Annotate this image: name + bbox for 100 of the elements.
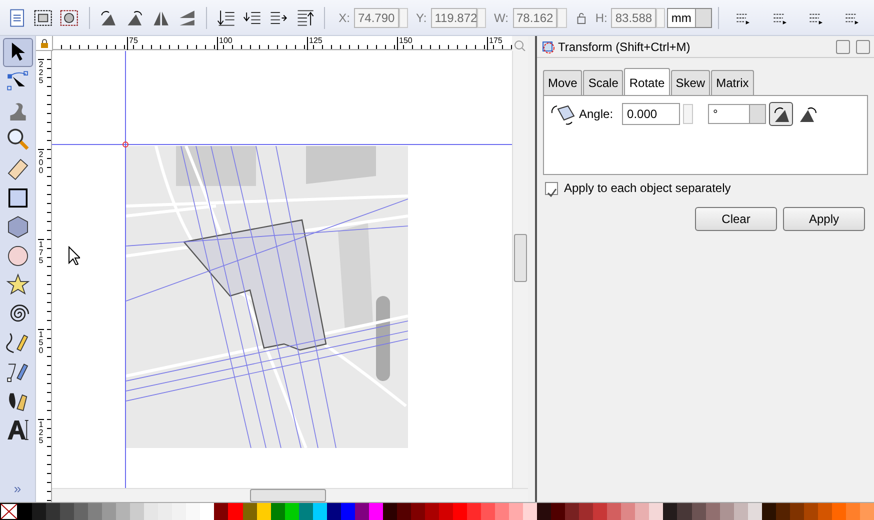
color-swatch[interactable] [102,503,116,520]
horizontal-scrollbar[interactable] [52,488,528,502]
color-swatch[interactable] [621,503,636,520]
color-swatch[interactable] [635,503,650,520]
color-swatch[interactable] [354,503,369,520]
color-swatch[interactable] [172,503,186,520]
color-swatch[interactable] [396,503,411,520]
color-swatch[interactable] [607,503,622,520]
spin-button[interactable] [476,8,486,28]
color-swatch[interactable] [495,503,510,520]
color-swatch[interactable] [860,503,874,520]
mouse-pointer-icon [68,246,80,265]
color-swatch[interactable] [509,503,524,520]
field-label: W: [494,10,508,26]
zoom-icon[interactable] [514,40,526,52]
color-swatch[interactable] [720,503,734,520]
panel-title: Transform (Shift+Ctrl+M) [558,38,692,56]
tab[interactable]: Skew [670,70,710,95]
color-swatch[interactable] [832,503,846,520]
color-swatch[interactable] [748,503,762,520]
color-swatch[interactable] [46,503,60,520]
color-swatch[interactable] [382,503,397,520]
dialog-button[interactable]: Clear [695,207,777,231]
ruler-label: 175 [38,239,44,265]
color-swatch[interactable] [60,503,74,520]
spin-button[interactable] [683,104,694,124]
lock-icon[interactable] [574,10,588,24]
tab[interactable]: Matrix [711,70,754,95]
rotation-direction-button[interactable] [769,102,794,126]
color-swatch[interactable] [481,503,496,520]
tab[interactable]: Scale [583,70,624,95]
color-swatch[interactable] [186,503,200,520]
color-swatch[interactable] [579,503,594,520]
scroll-thumb[interactable] [250,489,326,502]
color-swatch[interactable] [467,503,482,520]
color-swatch[interactable] [410,503,425,520]
color-swatch[interactable] [368,503,383,520]
color-swatch[interactable] [649,503,664,520]
spin-button[interactable] [398,8,408,28]
color-swatch[interactable] [706,503,720,520]
color-swatch[interactable] [762,503,776,520]
checkbox-label[interactable]: Apply to each object separately [564,179,731,197]
color-swatch[interactable] [270,503,285,520]
color-swatch[interactable] [74,503,88,520]
color-swatch[interactable] [804,503,818,520]
collapse-button[interactable] [836,40,850,54]
color-swatch[interactable] [692,503,706,520]
more-tools-button[interactable]: » [14,478,22,498]
scroll-thumb[interactable] [514,234,527,282]
unit-dropdown[interactable]: mm [667,8,712,28]
color-swatch[interactable] [214,503,228,520]
tab[interactable]: Move [543,70,582,95]
angle-unit-dropdown[interactable]: ° [708,104,766,124]
color-swatch[interactable] [818,503,832,520]
spin-button[interactable] [656,8,666,28]
angle-field[interactable]: 0.000 [622,103,680,125]
ruler-label: 175 [487,37,502,50]
ruler-label: 225 [38,59,44,85]
color-swatch[interactable] [18,503,32,520]
no-paint-swatch[interactable] [0,503,18,520]
color-swatch[interactable] [593,503,608,520]
lock-icon[interactable] [40,38,48,48]
color-swatch[interactable] [88,503,102,520]
color-swatch[interactable] [284,503,299,520]
ruler-label: 125 [307,37,322,50]
color-swatch[interactable] [242,503,257,520]
color-swatch[interactable] [228,503,242,520]
color-swatch[interactable] [537,503,552,520]
color-swatch[interactable] [116,503,130,520]
tool-button[interactable] [2,38,32,67]
spin-button[interactable] [557,8,567,28]
color-swatch[interactable] [256,503,271,520]
checkmark-icon [546,186,557,198]
color-swatch[interactable] [326,503,341,520]
color-swatch[interactable] [790,503,804,520]
color-swatch[interactable] [32,503,46,520]
color-swatch[interactable] [130,503,144,520]
color-swatch[interactable] [312,503,327,520]
color-swatch[interactable] [340,503,355,520]
color-swatch[interactable] [438,503,453,520]
color-swatch[interactable] [144,503,158,520]
dialog-button[interactable]: Apply [783,207,865,231]
color-swatch[interactable] [551,503,566,520]
color-swatch[interactable] [776,503,790,520]
color-swatch[interactable] [424,503,439,520]
ruler-label: 150 [38,329,44,355]
vertical-scrollbar[interactable] [512,51,528,488]
color-swatch[interactable] [452,503,467,520]
transform-icon [541,40,555,54]
color-swatch[interactable] [734,503,748,520]
color-swatch[interactable] [663,503,678,520]
color-swatch[interactable] [158,503,172,520]
color-swatch[interactable] [565,503,580,520]
color-swatch[interactable] [298,503,313,520]
color-swatch[interactable] [523,503,538,520]
color-swatch[interactable] [846,503,860,520]
tab[interactable]: Rotate [624,68,670,95]
close-button[interactable] [856,40,870,54]
color-swatch[interactable] [677,503,692,520]
checkbox[interactable] [545,182,558,194]
